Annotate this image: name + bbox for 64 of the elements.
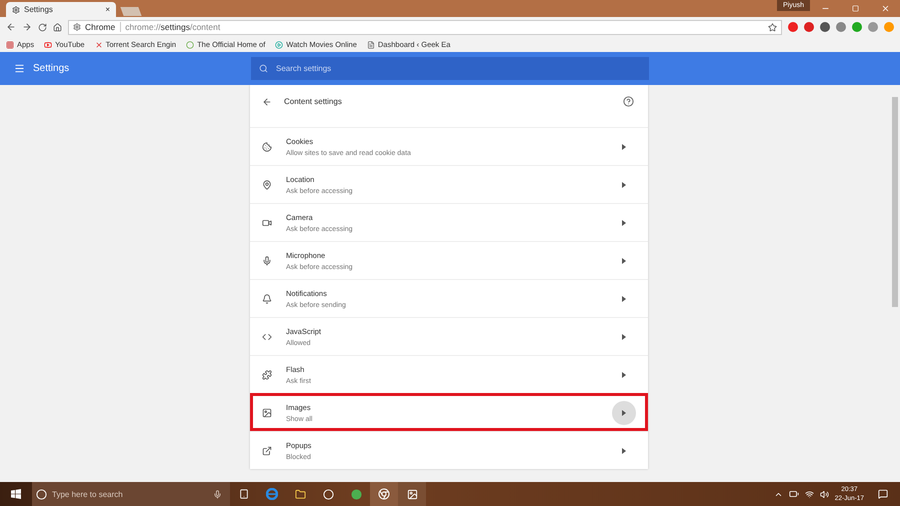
- caret-icon: [622, 258, 626, 264]
- microphone-icon[interactable]: [213, 490, 222, 498]
- address-bar[interactable]: Chrome chrome://settings/content: [68, 20, 782, 34]
- bookmark-icon: [186, 40, 194, 48]
- task-view-icon[interactable]: [239, 489, 249, 499]
- setting-icon: [262, 218, 272, 228]
- windows-logo-icon: [11, 489, 21, 499]
- caret-icon: [622, 144, 626, 150]
- cortana-circle-icon: [36, 488, 47, 500]
- photos-icon[interactable]: [406, 488, 418, 500]
- setting-icon: [262, 294, 272, 304]
- caret-icon: [622, 410, 626, 416]
- bookmark-icon: [275, 40, 284, 48]
- setting-icon: [262, 446, 272, 456]
- back-icon[interactable]: [262, 96, 272, 106]
- bookmark-icon: [6, 40, 14, 48]
- search-icon: [259, 64, 268, 73]
- bookmark-icon: [44, 40, 52, 48]
- menu-icon[interactable]: [14, 63, 25, 74]
- caret-icon: [622, 334, 626, 340]
- site-info-icon: [73, 23, 81, 31]
- settings-title: Settings: [33, 63, 70, 74]
- arrow-button[interactable]: [612, 400, 636, 424]
- chrome-icon[interactable]: [378, 488, 390, 500]
- browser-e-icon[interactable]: [266, 488, 278, 500]
- search-placeholder: Type here to search: [52, 490, 124, 498]
- maximize-icon: [852, 5, 858, 12]
- folder-icon[interactable]: [294, 488, 306, 500]
- battery-icon[interactable]: [788, 489, 799, 499]
- taskbar-search-field[interactable]: Type here to search: [32, 482, 230, 506]
- bookmark-icon: [94, 40, 103, 48]
- setting-icon: [262, 180, 272, 190]
- notification-icon[interactable]: [878, 489, 888, 499]
- help-icon[interactable]: [623, 96, 634, 107]
- ring-icon[interactable]: [322, 488, 334, 500]
- app-circle-icon[interactable]: [350, 488, 362, 500]
- setting-icon: [262, 332, 272, 342]
- page-title: Content settings: [284, 97, 343, 106]
- volume-icon[interactable]: [820, 490, 829, 498]
- home-icon[interactable]: [53, 22, 62, 32]
- caret-icon: [622, 296, 626, 302]
- setting-icon: [262, 256, 272, 266]
- tab-close-button[interactable]: ×: [105, 5, 110, 14]
- url-text: chrome://settings/content: [125, 22, 220, 32]
- caret-icon: [622, 448, 626, 454]
- forward-icon[interactable]: [22, 22, 32, 32]
- setting-icon: [262, 142, 272, 152]
- new-tab-button[interactable]: [120, 7, 142, 16]
- caret-icon: [622, 372, 626, 378]
- browser-tab[interactable]: Settings: [24, 5, 102, 14]
- gear-icon: [12, 6, 20, 14]
- bookmark-icon: [366, 40, 375, 48]
- caret-icon: [622, 182, 626, 188]
- setting-icon: [262, 408, 272, 418]
- search-field[interactable]: Search settings: [251, 57, 649, 80]
- caret-icon: [622, 220, 626, 226]
- wifi-icon[interactable]: [804, 490, 814, 498]
- site-label: Chrome: [85, 22, 122, 32]
- close-icon: [880, 4, 890, 13]
- search-placeholder: Search settings: [276, 64, 332, 73]
- reload-icon[interactable]: [38, 22, 47, 32]
- bookmark-star-icon[interactable]: [768, 22, 777, 32]
- setting-icon: [262, 370, 272, 380]
- back-icon[interactable]: [6, 22, 16, 32]
